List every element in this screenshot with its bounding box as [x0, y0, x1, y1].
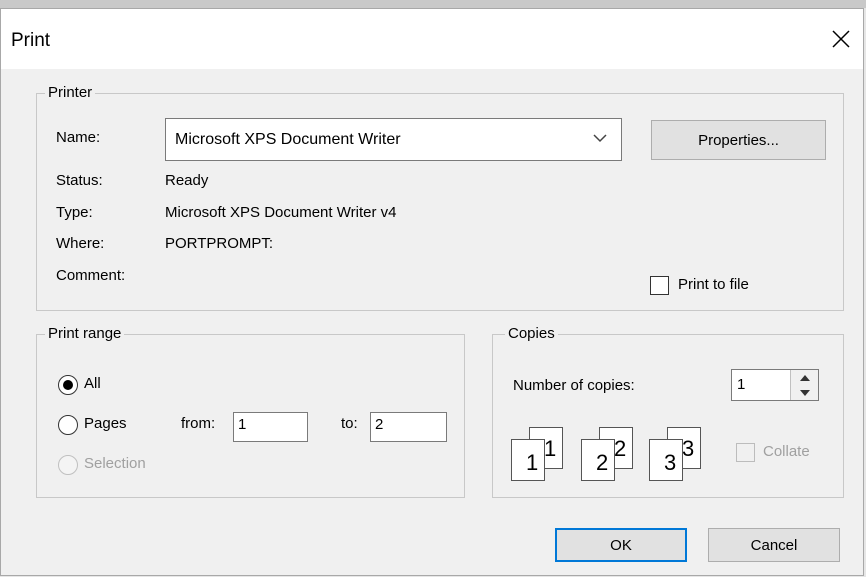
- dialog-title: Print: [11, 30, 51, 51]
- arrow-up-icon: [799, 374, 810, 381]
- number-of-copies-label: Number of copies:: [513, 377, 635, 394]
- type-label: Type:: [56, 204, 93, 221]
- collate-label[interactable]: Collate: [763, 443, 810, 460]
- page-front-icon: 3: [649, 439, 683, 481]
- to-input[interactable]: 2: [370, 412, 447, 442]
- to-label: to:: [341, 415, 358, 432]
- page-number: 3: [682, 436, 695, 461]
- spin-up-button[interactable]: [791, 370, 818, 386]
- print-dialog: Print Printer Name: Microsoft XPS Docume…: [0, 8, 864, 576]
- collate-illustration-2: 2 2: [581, 427, 651, 483]
- page-number: 1: [544, 436, 557, 461]
- page-number: 2: [614, 436, 627, 461]
- selection-radio[interactable]: [58, 455, 78, 475]
- pages-radio[interactable]: [58, 415, 78, 435]
- selection-radio-label[interactable]: Selection: [84, 455, 146, 472]
- from-label: from:: [181, 415, 216, 432]
- chevron-down-icon: [593, 134, 607, 143]
- from-input[interactable]: 1: [233, 412, 308, 442]
- print-to-file-label[interactable]: Print to file: [678, 276, 749, 293]
- all-radio-label[interactable]: All: [84, 375, 101, 392]
- type-value: Microsoft XPS Document Writer v4: [165, 204, 397, 221]
- printer-name-value: Microsoft XPS Document Writer: [175, 131, 401, 148]
- arrow-down-icon: [799, 389, 810, 396]
- page-number: 2: [596, 450, 609, 475]
- ok-button[interactable]: OK: [555, 528, 687, 562]
- copies-spinner[interactable]: 1: [731, 369, 819, 401]
- status-label: Status:: [56, 172, 103, 189]
- comment-label: Comment:: [56, 267, 126, 284]
- page-front-icon: 2: [581, 439, 615, 481]
- where-label: Where:: [56, 235, 105, 252]
- close-button[interactable]: [823, 21, 859, 57]
- print-range-group-label: Print range: [45, 325, 125, 342]
- spinner-buttons: [790, 370, 818, 400]
- name-label: Name:: [56, 129, 101, 146]
- title-bar: Print: [1, 9, 863, 69]
- properties-button[interactable]: Properties...: [651, 120, 826, 160]
- pages-radio-label[interactable]: Pages: [84, 415, 127, 432]
- printer-name-select[interactable]: Microsoft XPS Document Writer: [165, 118, 622, 161]
- collate-checkbox[interactable]: [736, 443, 755, 462]
- cancel-button[interactable]: Cancel: [708, 528, 840, 562]
- collate-illustration-3: 3 3: [649, 427, 719, 483]
- print-to-file-checkbox[interactable]: [650, 276, 669, 295]
- close-icon: [832, 30, 850, 48]
- all-radio[interactable]: [58, 375, 78, 395]
- page-number: 1: [526, 450, 539, 475]
- page-front-icon: 1: [511, 439, 545, 481]
- copies-group-label: Copies: [505, 325, 558, 342]
- printer-group-label: Printer: [45, 84, 96, 101]
- where-value: PORTPROMPT:: [165, 235, 274, 252]
- background-window-strip: [0, 0, 866, 8]
- collate-illustration-1: 1 1: [511, 427, 581, 483]
- copies-value: 1: [737, 376, 746, 393]
- page-number: 3: [664, 450, 677, 475]
- status-value: Ready: [165, 172, 209, 189]
- spin-down-button[interactable]: [791, 385, 818, 400]
